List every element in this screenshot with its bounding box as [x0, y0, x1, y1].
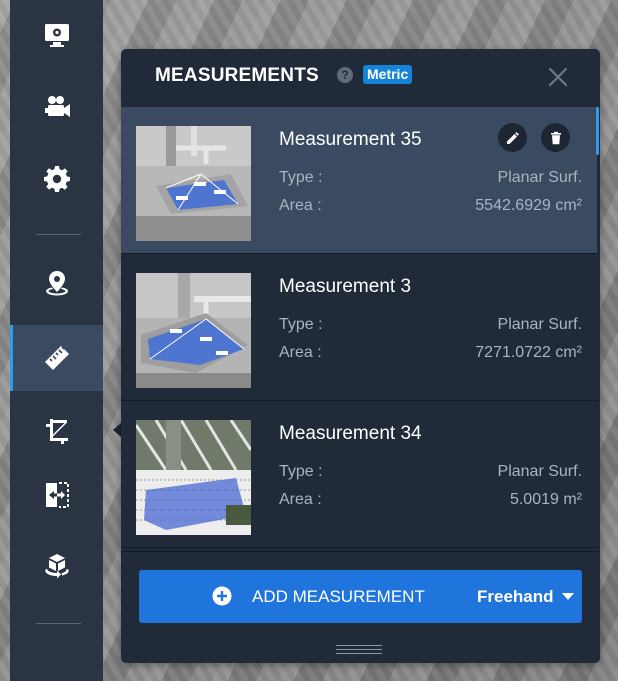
area-value: 7271.0722 cm²: [475, 344, 582, 361]
map-pin-icon: [45, 271, 68, 296]
panel-pointer: [113, 423, 121, 437]
pencil-icon: [506, 131, 519, 144]
measurement-list[interactable]: Measurement 35 Type : Planar Surf. Area …: [121, 107, 600, 551]
measurement-thumbnail: [136, 273, 251, 388]
settings-button[interactable]: [10, 147, 103, 211]
crop-button[interactable]: [10, 399, 103, 463]
delete-button[interactable]: [541, 123, 570, 152]
unit-badge[interactable]: Metric: [363, 65, 413, 84]
measurement-tool-button[interactable]: [10, 325, 103, 391]
camera-button[interactable]: [10, 75, 103, 139]
add-measurement-button[interactable]: ADD MEASUREMENT Freehand: [139, 570, 582, 623]
area-value: 5.0019 m²: [509, 491, 582, 508]
measurement-thumbnail: [136, 126, 251, 241]
measurement-mode-select[interactable]: Freehand: [477, 587, 554, 607]
cube-rotate-icon: [44, 554, 69, 579]
chevron-down-icon[interactable]: [562, 593, 574, 600]
measurement-item[interactable]: Measurement 34 Type : Planar Surf. Area …: [121, 401, 597, 548]
type-value: Planar Surf.: [497, 169, 582, 186]
panel-footer: ADD MEASUREMENT Freehand: [121, 551, 600, 640]
toolbar-divider: [36, 623, 81, 624]
split-view-button[interactable]: [10, 463, 103, 527]
gear-icon: [43, 166, 70, 192]
measurement-name: Measurement 35: [279, 129, 422, 150]
help-icon[interactable]: ?: [337, 67, 353, 83]
ruler-icon: [44, 346, 69, 370]
add-measurement-label: ADD MEASUREMENT: [252, 587, 425, 606]
location-button[interactable]: [10, 252, 103, 316]
area-label: Area :: [279, 491, 322, 508]
measurement-item[interactable]: Measurement 35 Type : Planar Surf. Area …: [121, 107, 597, 254]
toolbar-divider: [36, 234, 81, 235]
3d-view-button[interactable]: [10, 534, 103, 598]
resize-handle[interactable]: [336, 645, 382, 655]
list-scrollbar[interactable]: [596, 107, 599, 155]
close-icon[interactable]: [546, 65, 570, 89]
panel-header: MEASUREMENTS ? Metric: [121, 49, 600, 105]
area-value: 5542.6929 cm²: [475, 197, 582, 214]
display-settings-button[interactable]: [10, 3, 103, 67]
measurement-name: Measurement 34: [279, 423, 422, 444]
plus-circle-icon: [212, 586, 232, 606]
panel-title: MEASUREMENTS: [155, 65, 319, 86]
type-label: Type :: [279, 316, 323, 333]
edit-button[interactable]: [498, 123, 527, 152]
video-camera-icon: [44, 96, 70, 117]
type-value: Planar Surf.: [497, 463, 582, 480]
type-label: Type :: [279, 169, 323, 186]
measurement-item[interactable]: Measurement 3 Type : Planar Surf. Area :…: [121, 254, 597, 401]
crop-icon: [45, 419, 68, 444]
type-value: Planar Surf.: [497, 316, 582, 333]
trash-icon: [550, 131, 561, 144]
area-label: Area :: [279, 344, 322, 361]
measurement-thumbnail: [136, 420, 251, 535]
measurement-name: Measurement 3: [279, 276, 412, 297]
split-view-icon: [45, 482, 69, 508]
type-label: Type :: [279, 463, 323, 480]
left-toolbar: [10, 0, 103, 681]
monitor-settings-icon: [44, 24, 69, 47]
measurements-panel: MEASUREMENTS ? Metric Measurement 35 Typ…: [121, 49, 600, 663]
area-label: Area :: [279, 197, 322, 214]
